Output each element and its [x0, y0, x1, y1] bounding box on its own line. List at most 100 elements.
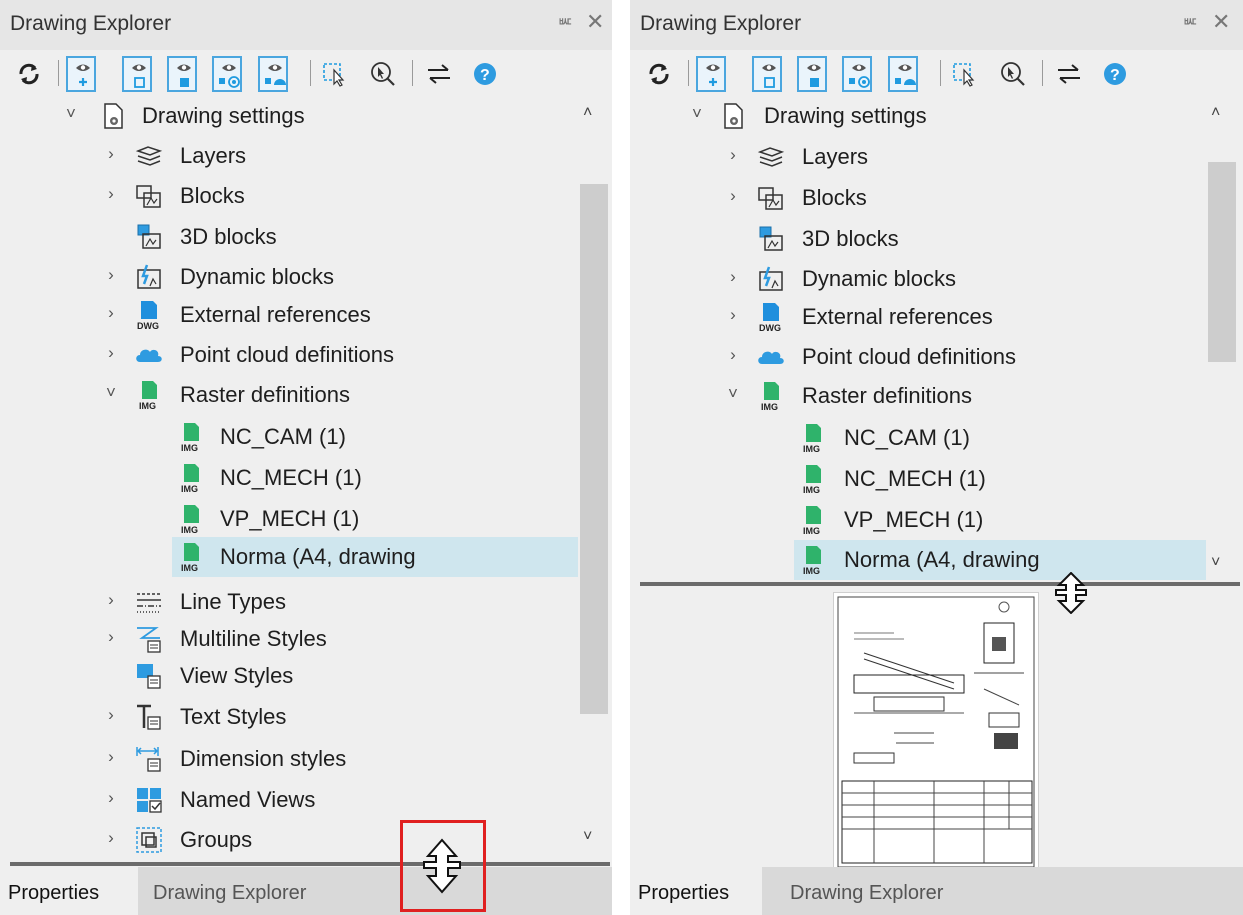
refresh-icon[interactable] [644, 56, 674, 92]
scroll-down-icon[interactable]: ˅ [583, 828, 592, 846]
refresh-icon[interactable] [14, 56, 44, 92]
tree-item-groups[interactable]: › Groups [0, 820, 578, 860]
scroll-down-icon[interactable]: ˅ [1211, 554, 1220, 572]
show-all-icon[interactable] [66, 56, 96, 92]
tab-properties[interactable]: Properties [0, 867, 138, 915]
vertical-scrollbar[interactable]: ˄ ˅ [1206, 96, 1238, 580]
show-current-icon[interactable] [212, 56, 242, 92]
chevron-down-icon[interactable]: ˅ [64, 104, 78, 124]
tree-item-external-references[interactable]: › DWG External references [630, 297, 1208, 337]
tree-item-label: Raster definitions [180, 382, 350, 407]
chevron-right-icon[interactable]: › [104, 788, 118, 808]
chevron-right-icon[interactable]: › [104, 705, 118, 725]
tree-item-label: Dynamic blocks [802, 266, 957, 291]
scroll-up-icon[interactable]: ˄ [583, 104, 592, 122]
tree-item-dynamic-blocks[interactable]: › Dynamic blocks [0, 257, 578, 297]
tree-item-label: Norma (A4, drawing [220, 544, 416, 569]
tree-item-multiline-styles[interactable]: › Multiline Styles [0, 619, 578, 659]
chevron-right-icon[interactable]: › [726, 345, 740, 365]
tree-item-layers[interactable]: › Layers [0, 136, 578, 176]
tree-item-raster-definitions[interactable]: ˅ IMG Raster definitions [630, 376, 1208, 416]
chevron-right-icon[interactable]: › [104, 303, 118, 323]
find-objects-icon[interactable] [368, 56, 398, 92]
tree-item-blocks[interactable]: › Blocks [630, 178, 1208, 218]
show-selected-icon[interactable] [167, 56, 197, 92]
tree-item-dynamic-blocks[interactable]: › Dynamic blocks [630, 259, 1208, 299]
img-file-icon: IMG [176, 504, 206, 535]
chevron-down-icon[interactable]: ˅ [726, 384, 740, 404]
show-isolated-icon[interactable] [122, 56, 152, 92]
tree-item-vp-mech-1[interactable]: IMG VP_MECH (1) [0, 499, 578, 539]
tree-item-drawing-settings[interactable]: ˅ Drawing settings [0, 96, 578, 136]
chevron-right-icon[interactable]: › [726, 305, 740, 325]
chevron-right-icon[interactable]: › [104, 184, 118, 204]
chevron-right-icon[interactable]: › [726, 267, 740, 287]
help-icon[interactable]: ? [470, 56, 500, 92]
chevron-right-icon[interactable]: › [104, 747, 118, 767]
chevron-right-icon[interactable]: › [726, 186, 740, 206]
tree-item-blocks[interactable]: › Blocks [0, 176, 578, 216]
tree-item-vp-mech-1[interactable]: IMG VP_MECH (1) [630, 500, 1208, 540]
close-icon[interactable]: ✕ [1212, 9, 1230, 35]
show-current-icon[interactable] [842, 56, 872, 92]
chevron-right-icon[interactable]: › [726, 145, 740, 165]
tree-item-view-styles[interactable]: View Styles [0, 656, 578, 696]
tree-item-label: Point cloud definitions [180, 342, 395, 367]
show-selected-icon[interactable] [797, 56, 827, 92]
chevron-right-icon[interactable]: › [104, 343, 118, 363]
toolbar-separator [688, 60, 689, 86]
tree-item-text-styles[interactable]: › Text Styles [0, 697, 578, 737]
show-isolated-icon[interactable] [752, 56, 782, 92]
tree-item-label: VP_MECH (1) [220, 506, 360, 531]
tree-item-point-cloud-definitions[interactable]: › Point cloud definitions [0, 335, 578, 375]
pin-icon[interactable]: ᄣ [1182, 12, 1199, 38]
find-objects-icon[interactable] [998, 56, 1028, 92]
chevron-down-icon[interactable]: ˅ [690, 104, 704, 124]
chevron-right-icon[interactable]: › [104, 590, 118, 610]
tree-item-norma-a4-drawing[interactable]: IMG Norma (A4, drawing [794, 540, 1208, 580]
show-used-icon[interactable] [258, 56, 288, 92]
tab-drawing-explorer[interactable]: Drawing Explorer [782, 867, 1018, 915]
help-icon[interactable]: ? [1100, 56, 1130, 92]
3d-blocks-icon [756, 224, 786, 254]
tree-item-named-views[interactable]: › Named Views [0, 780, 578, 820]
img-file-icon: IMG [798, 505, 828, 536]
close-icon[interactable]: ✕ [586, 9, 604, 35]
panel-title: Drawing Explorer [640, 12, 802, 35]
tab-drawing-explorer[interactable]: Drawing Explorer [145, 867, 381, 915]
pin-icon[interactable]: ᄣ [557, 12, 574, 38]
chevron-right-icon[interactable]: › [104, 144, 118, 164]
tree-item-layers[interactable]: › Layers [630, 137, 1208, 177]
panel-splitter[interactable] [640, 582, 1240, 586]
tree-item-nc-mech-1[interactable]: IMG NC_MECH (1) [630, 459, 1208, 499]
tree-item-line-types[interactable]: › Line Types [0, 582, 578, 622]
tree-item-raster-definitions[interactable]: ˅ IMG Raster definitions [0, 375, 578, 415]
select-objects-icon[interactable] [320, 56, 350, 92]
show-all-icon[interactable] [696, 56, 726, 92]
tree-item-nc-cam-1[interactable]: IMG NC_CAM (1) [0, 417, 578, 457]
show-used-icon[interactable] [888, 56, 918, 92]
chevron-down-icon[interactable]: ˅ [104, 383, 118, 403]
swap-arrows-icon[interactable] [424, 56, 454, 92]
vertical-scrollbar[interactable]: ˄ ˅ [578, 96, 610, 856]
tree-item-3d-blocks[interactable]: 3D blocks [0, 217, 578, 257]
tree-item-3d-blocks[interactable]: 3D blocks [630, 219, 1208, 259]
tree-item-nc-cam-1[interactable]: IMG NC_CAM (1) [630, 418, 1208, 458]
scrollbar-thumb[interactable] [1208, 162, 1236, 362]
select-objects-icon[interactable] [950, 56, 980, 92]
chevron-right-icon[interactable]: › [104, 265, 118, 285]
tree-item-nc-mech-1[interactable]: IMG NC_MECH (1) [0, 458, 578, 498]
tab-properties[interactable]: Properties [630, 867, 762, 915]
tree-item-dimension-styles[interactable]: › Dimension styles [0, 739, 578, 779]
swap-arrows-icon[interactable] [1054, 56, 1084, 92]
tree-item-point-cloud-definitions[interactable]: › Point cloud definitions [630, 337, 1208, 377]
scrollbar-thumb[interactable] [580, 184, 608, 714]
tree-item-norma-a4-drawing[interactable]: IMG Norma (A4, drawing [172, 537, 578, 577]
svg-text:DWG: DWG [137, 321, 159, 330]
tree-item-external-references[interactable]: › DWG External references [0, 295, 578, 335]
chevron-right-icon[interactable]: › [104, 627, 118, 647]
chevron-right-icon[interactable]: › [104, 828, 118, 848]
panel-splitter[interactable] [10, 862, 610, 866]
scroll-up-icon[interactable]: ˄ [1211, 104, 1220, 122]
tree-item-drawing-settings[interactable]: ˅ Drawing settings [630, 96, 1208, 136]
